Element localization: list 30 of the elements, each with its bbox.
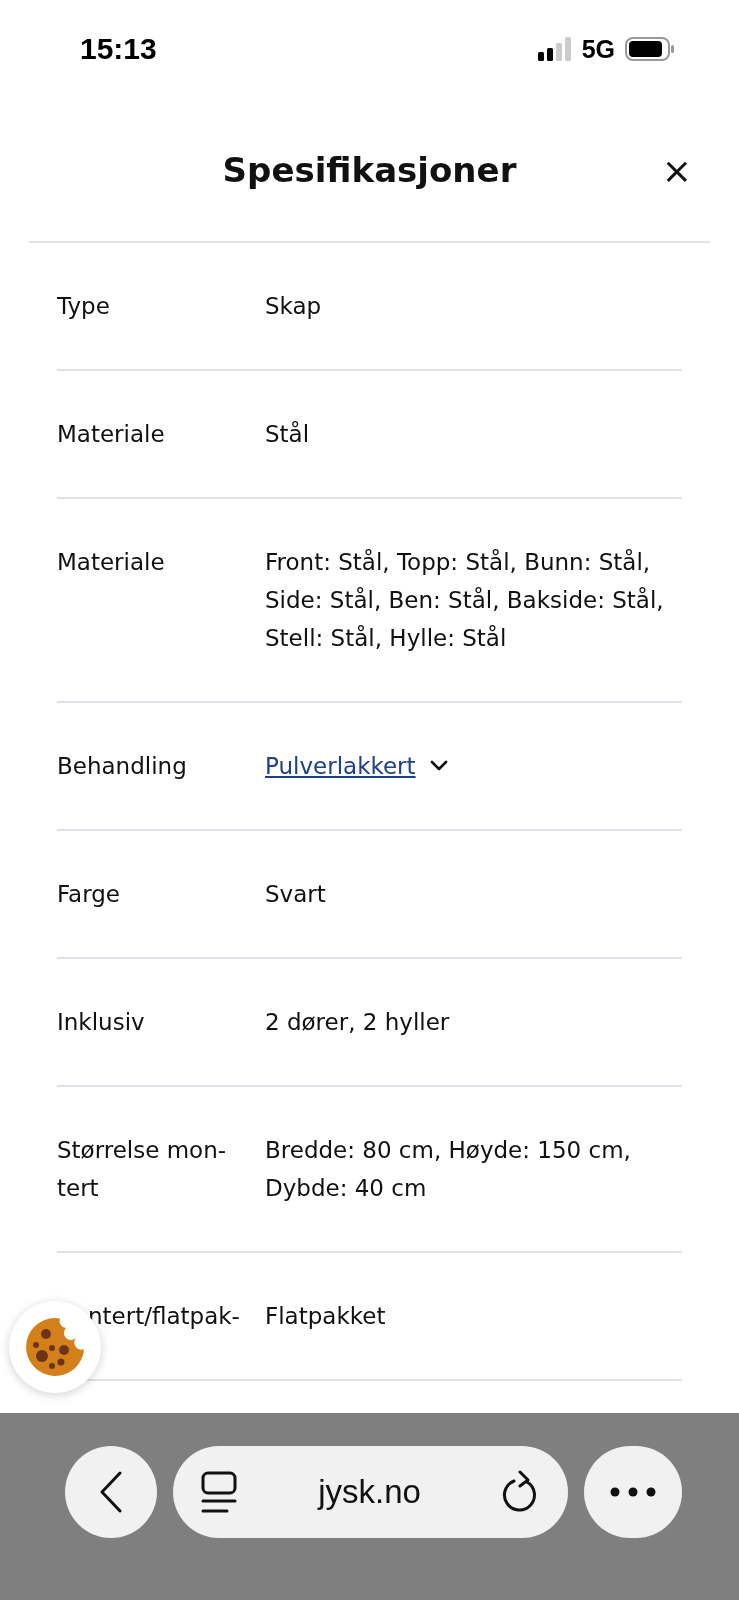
chevron-down-icon[interactable]	[429, 760, 448, 772]
close-button[interactable]: ×	[655, 149, 698, 190]
reader-button[interactable]	[201, 1471, 237, 1513]
spec-label: Inklusiv	[57, 1008, 146, 1037]
url-text: jysk.no	[318, 1473, 421, 1511]
spec-label: ntert/flatpak-	[87, 1302, 241, 1331]
spec-value: Flatpakket	[265, 1302, 387, 1331]
spec-link[interactable]: Pulverlakkert	[265, 747, 416, 785]
page-menu-icon	[201, 1471, 237, 1513]
cookie-icon	[24, 1316, 86, 1378]
spec-label: Materiale	[57, 548, 166, 577]
more-icon	[610, 1487, 656, 1497]
spec-value: 2 dører, 2 hyller	[265, 1008, 451, 1037]
spec-label: Farge	[57, 880, 121, 909]
address-bar[interactable]: jysk.no	[173, 1446, 568, 1538]
spec-label: Type	[57, 292, 111, 321]
back-icon	[99, 1471, 123, 1513]
spec-label: Størrelse mon-tert	[57, 1136, 228, 1203]
spec-label: Materiale	[57, 420, 166, 449]
spec-value: Svart	[265, 880, 327, 909]
spec-value: Front: Stål, Topp: Stål, Bunn: Stål, Side: Stål, Ben: Stål, Bakside: Stål, Stell: Stål, Hylle: Stål	[265, 548, 665, 653]
network-label: 5G	[581, 34, 615, 64]
spec-value: Bredde: 80 cm, Høyde: 150 cm, Dybde: 40 cm	[265, 1136, 632, 1203]
spec-value: Skap	[265, 292, 323, 321]
battery-icon	[625, 37, 675, 61]
status-time: 15:13	[80, 32, 157, 66]
signal-icon	[537, 37, 572, 61]
sheet-title: Spesifikasjoner	[222, 149, 517, 190]
spec-value: Stål	[265, 420, 311, 449]
spec-label: Behandling	[57, 752, 188, 781]
